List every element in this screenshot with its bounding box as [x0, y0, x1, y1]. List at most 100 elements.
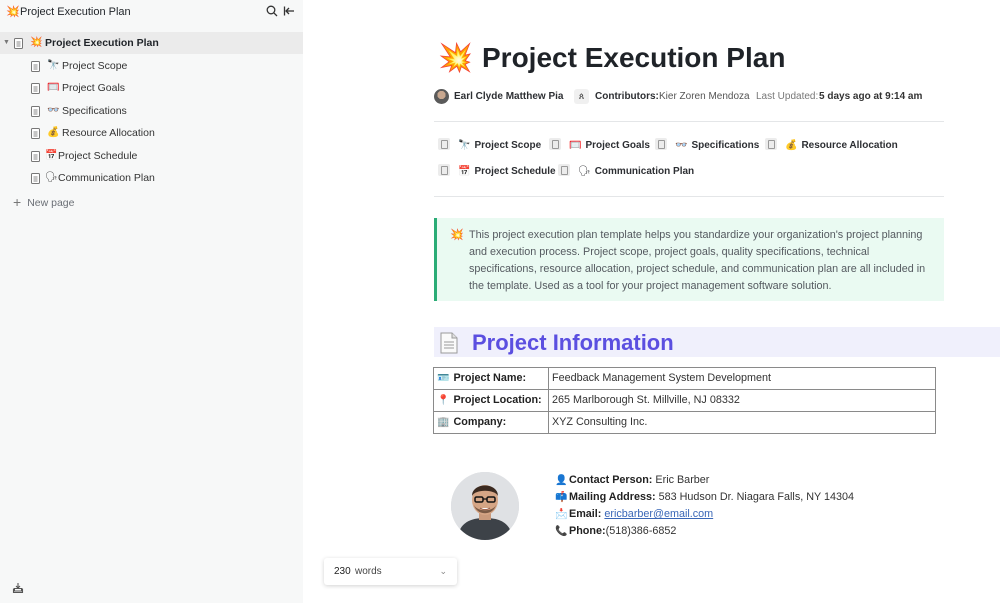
callout-text[interactable]: This project execution plan template hel… [469, 227, 939, 295]
app-window: 💥 Project Execution Plan ▼ 💥 Project Exe… [0, 0, 1000, 603]
sidebar-item-label: Project Schedule [58, 150, 138, 162]
id-card-icon: 🪪 [437, 373, 450, 384]
table-value-cell[interactable]: Feedback Management System Development [548, 367, 936, 390]
speaking-head-icon: 🗣 [578, 166, 591, 177]
sidebar-item-project-schedule[interactable]: 📅 Project Schedule [0, 145, 303, 167]
document-icon [31, 173, 40, 184]
table-value-cell[interactable]: XYZ Consulting Inc. [548, 411, 936, 434]
phone-line: 📞 Phone:(518)386-6852 [555, 523, 854, 540]
search-icon[interactable] [266, 5, 278, 17]
calendar-icon: 📅 [458, 166, 471, 177]
sidebar-item-label: Resource Allocation [62, 127, 155, 139]
contact-photo[interactable] [451, 472, 519, 540]
subpage-link-project-scope[interactable]: 🔭 Project Scope [438, 136, 541, 156]
phone-value[interactable]: (518)386-6852 [606, 525, 677, 537]
last-updated-label: Last Updated: [756, 91, 819, 102]
sidebar-item-label: Project Execution Plan [45, 37, 159, 49]
table-row: 🪪 Project Name: Feedback Management Syste… [433, 367, 936, 390]
page-title[interactable]: Project Execution Plan [482, 40, 785, 76]
document-icon [438, 138, 450, 150]
callout-block: 💥 This project execution plan template h… [434, 218, 944, 301]
divider [434, 121, 944, 122]
document-icon [31, 106, 40, 117]
subpage-link-communication-plan[interactable]: 🗣 Communication Plan [558, 162, 694, 182]
office-building-icon: 🏢 [437, 417, 450, 428]
sidebar-title: Project Execution Plan [20, 6, 131, 18]
author-avatar[interactable] [434, 89, 449, 104]
mailbox-icon: 📫 [555, 492, 568, 503]
word-count-label: words [355, 566, 382, 577]
sidebar-item-project-scope[interactable]: 🔭 Project Scope [0, 55, 303, 77]
sidebar-item-specifications[interactable]: 👓 Specifications [0, 100, 303, 122]
telescope-icon: 🔭 [458, 140, 471, 151]
sidebar-item-label: Communication Plan [58, 172, 155, 184]
table-key-cell[interactable]: 📍 Project Location: [433, 389, 549, 412]
new-page-label: New page [27, 197, 75, 209]
contributors-icon: ጰ [574, 89, 589, 104]
document-icon [549, 138, 561, 150]
person-photo-icon [451, 472, 519, 540]
table-key-cell[interactable]: 🪪 Project Name: [433, 367, 549, 390]
last-updated-value: 5 days ago at 9:14 am [819, 91, 923, 102]
author-name[interactable]: Earl Clyde Matthew Pia [454, 88, 563, 106]
pushpin-icon: 📍 [437, 395, 450, 406]
collision-icon[interactable]: 💥 [438, 40, 473, 76]
goal-net-icon: 🥅 [569, 140, 582, 151]
table-value-cell[interactable]: 265 Marlborough St. Millville, NJ 08332 [548, 389, 936, 412]
phone-label: Phone: [569, 525, 606, 537]
document-icon [765, 138, 777, 150]
person-icon: 👤 [555, 475, 568, 486]
glasses-icon: 👓 [47, 105, 60, 116]
page-facing-up-icon [440, 332, 458, 354]
subpage-label: Project Goals [585, 140, 650, 151]
email-label: Email: [569, 508, 602, 520]
subpage-label: Specifications [691, 140, 760, 151]
subpage-link-resource-allocation[interactable]: 💰 Resource Allocation [765, 136, 898, 156]
telephone-icon: 📞 [555, 526, 568, 537]
new-page-button[interactable]: + New page [13, 192, 74, 212]
caret-down-icon[interactable]: ▼ [3, 32, 10, 54]
contact-details: 👤 Contact Person: Eric Barber 📫 Mailing Ad… [555, 472, 854, 540]
document-icon [655, 138, 667, 150]
subpage-link-project-goals[interactable]: 🥅 Project Goals [549, 136, 650, 156]
contact-person-value[interactable]: Eric Barber [655, 474, 709, 486]
mailing-address-value[interactable]: 583 Hudson Dr. Niagara Falls, NY 14304 [659, 491, 854, 503]
import-icon[interactable] [12, 582, 24, 594]
subpage-label: Project Scope [474, 140, 542, 151]
table-row: 📍 Project Location: 265 Marlborough St. M… [433, 389, 936, 412]
goal-net-icon: 🥅 [47, 82, 60, 93]
collapse-sidebar-icon[interactable] [283, 5, 295, 17]
table-key: Company: [453, 416, 507, 428]
divider [434, 196, 944, 197]
subpage-link-project-schedule[interactable]: 📅 Project Schedule [438, 162, 556, 182]
document-icon [558, 164, 570, 176]
table-key: Project Name: [453, 372, 527, 384]
table-key-cell[interactable]: 🏢 Company: [433, 411, 549, 434]
document-icon [438, 164, 450, 176]
sidebar-item-project-execution-plan[interactable]: ▼ 💥 Project Execution Plan [0, 32, 303, 54]
email-link[interactable]: ericbarber@email.com [604, 508, 713, 520]
sidebar-item-resource-allocation[interactable]: 💰 Resource Allocation [0, 122, 303, 144]
email-line: 📩 Email: ericbarber@email.com [555, 506, 854, 523]
sidebar-item-project-goals[interactable]: 🥅 Project Goals [0, 77, 303, 99]
subpage-label: Resource Allocation [801, 140, 898, 151]
document-icon [31, 128, 40, 139]
word-count-dropdown[interactable]: 230 words ⌄ [324, 558, 457, 585]
collision-icon: 💥 [6, 6, 20, 18]
glasses-icon: 👓 [675, 140, 688, 151]
section-title[interactable]: Project Information [472, 327, 674, 359]
sidebar-item-label: Project Goals [62, 82, 126, 94]
subpage-label: Communication Plan [594, 166, 695, 177]
money-bag-icon: 💰 [785, 140, 798, 151]
chevron-down-icon: ⌄ [439, 566, 447, 576]
sidebar-item-communication-plan[interactable]: 🗣 Communication Plan [0, 167, 303, 189]
sidebar-item-label: Project Scope [62, 60, 128, 72]
section-heading: Project Information [434, 327, 1000, 357]
table-row: 🏢 Company: XYZ Consulting Inc. [433, 411, 936, 434]
contact-person-line: 👤 Contact Person: Eric Barber [555, 472, 854, 489]
money-bag-icon: 💰 [47, 127, 60, 138]
mailing-address-line: 📫 Mailing Address: 583 Hudson Dr. Niagara… [555, 489, 854, 506]
subpage-label: Project Schedule [474, 166, 556, 177]
subpage-link-specifications[interactable]: 👓 Specifications [655, 136, 759, 156]
collision-icon: 💥 [30, 37, 43, 48]
